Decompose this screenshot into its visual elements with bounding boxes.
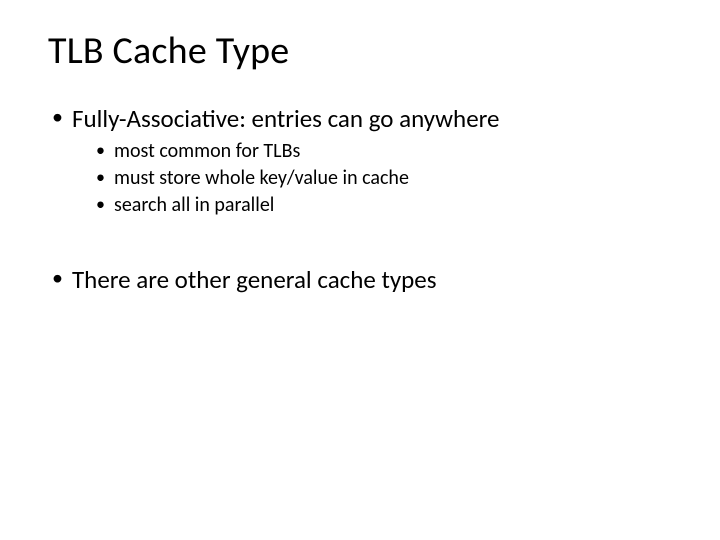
slide-title: TLB Cache Type: [48, 28, 680, 74]
bullet-list: Fully-Associative: entries can go anywhe…: [52, 102, 680, 297]
bullet-item: Fully-Associative: entries can go anywhe…: [52, 102, 680, 219]
sub-bullet-item: must store whole key/value in cache: [96, 165, 680, 192]
sub-bullet-item: search all in parallel: [96, 192, 680, 219]
slide: TLB Cache Type Fully-Associative: entrie…: [0, 0, 720, 540]
bullet-item: There are other general cache types: [52, 263, 680, 297]
sub-bullet-list: most common for TLBs must store whole ke…: [96, 138, 680, 219]
sub-bullet-item: most common for TLBs: [96, 138, 680, 165]
bullet-text: Fully-Associative: entries can go anywhe…: [72, 103, 499, 134]
bullet-text: There are other general cache types: [72, 264, 437, 295]
spacer: [52, 243, 680, 263]
